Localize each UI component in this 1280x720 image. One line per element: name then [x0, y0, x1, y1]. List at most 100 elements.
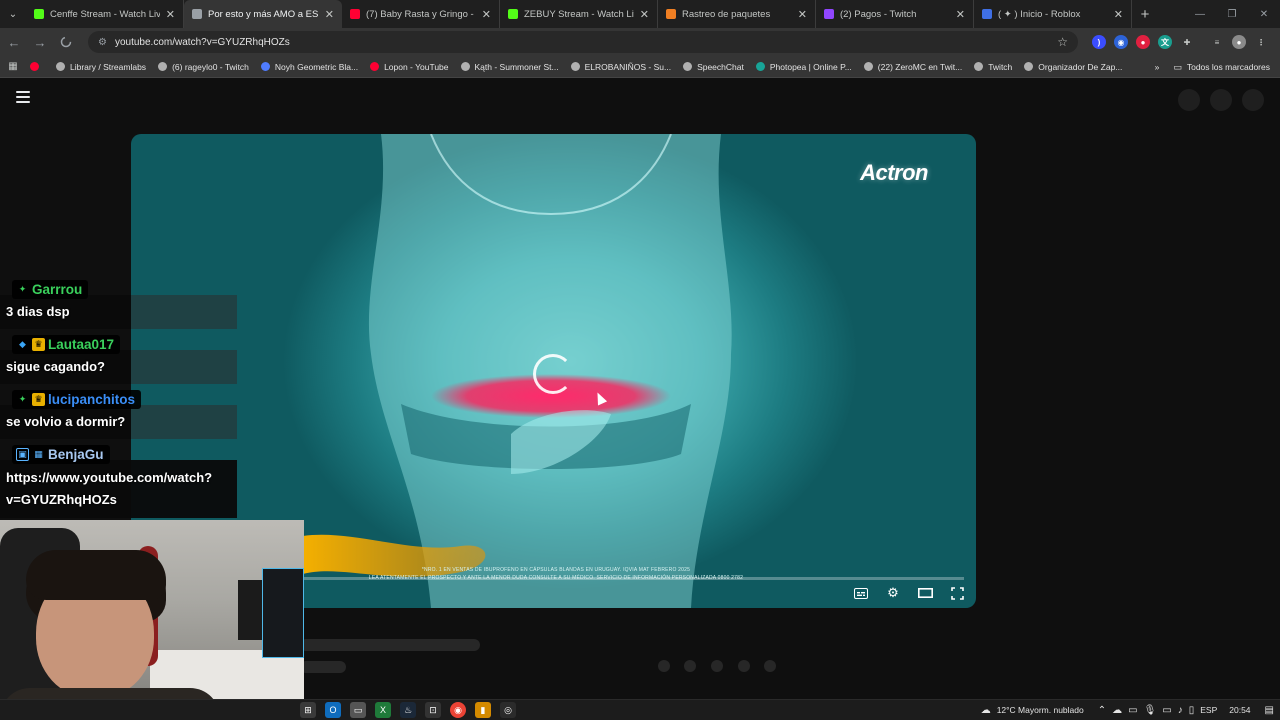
notifications-icon[interactable]: ▤	[1265, 705, 1274, 716]
tab-search-button[interactable]: ⌄	[0, 0, 26, 28]
site-info-icon[interactable]: ⚙	[98, 37, 107, 48]
language-indicator[interactable]: ESP	[1200, 705, 1217, 715]
chat-username-text: Lautaa017	[48, 337, 115, 352]
bookmark-item[interactable]: Twitch	[974, 62, 1012, 72]
bookmark-favicon-icon	[56, 62, 65, 71]
bookmark-label: Organizador De Zap...	[1038, 61, 1123, 72]
tab-close-icon[interactable]: ✕	[325, 8, 334, 21]
new-tab-button[interactable]: +	[1132, 0, 1158, 28]
weather-icon[interactable]: ☁	[981, 705, 991, 716]
stop-loading-button[interactable]	[54, 30, 78, 54]
bookmark-star-icon[interactable]: ☆	[1057, 35, 1068, 49]
media-control-icon[interactable]: ≡	[1210, 35, 1224, 49]
bookmark-item[interactable]: Photopea | Online P...	[755, 62, 852, 72]
battery-icon[interactable]: ▯	[1189, 705, 1195, 716]
cloud-icon[interactable]: ☁	[1112, 705, 1122, 716]
chat-username-text: lucipanchitos	[48, 392, 136, 407]
chat-username: ✦ ♛ lucipanchitos	[12, 390, 142, 409]
fullscreen-icon[interactable]	[948, 584, 966, 602]
volume-icon[interactable]: ♪	[1178, 705, 1183, 716]
tab-title: Por esto y más AMO a ESPAÑA	[208, 8, 319, 20]
bookmark-item[interactable]: (6) rageylo0 - Twitch	[158, 62, 249, 72]
settings-icon[interactable]: ⚙	[884, 584, 902, 602]
network-icon[interactable]: ▭	[1162, 705, 1171, 716]
browser-tab[interactable]: Rastreo de paquetes ✕	[658, 0, 816, 28]
theater-glyph	[917, 588, 933, 598]
close-window-icon[interactable]: ✕	[1248, 0, 1280, 28]
taskbar-app-icon[interactable]: ⊡	[425, 702, 441, 718]
bookmark-item[interactable]: Kąth - Summoner St...	[460, 62, 559, 72]
tab-close-icon[interactable]: ✕	[956, 8, 965, 21]
microphone-icon[interactable]: 🎙	[1144, 705, 1157, 716]
bookmark-item[interactable]: SpeechChat	[683, 62, 744, 72]
tab-favicon-icon	[666, 9, 676, 19]
extension-icon-2[interactable]: ◉	[1114, 35, 1128, 49]
extension-icon-3[interactable]: ●	[1136, 35, 1150, 49]
bookmark-item[interactable]	[30, 62, 44, 71]
bookmark-favicon-icon	[158, 62, 168, 71]
tab-favicon-icon	[824, 9, 834, 19]
bookmark-item[interactable]: (22) ZeroMC en Twit...	[863, 62, 962, 72]
subtitles-icon[interactable]	[852, 584, 870, 602]
tray-app-icon[interactable]: ▭	[1128, 705, 1137, 716]
taskbar-app-icon[interactable]: ▭	[350, 702, 366, 718]
steam-icon[interactable]: ♨	[400, 702, 416, 718]
weather-text[interactable]: 12°C Mayorm. nublado	[997, 705, 1084, 715]
chat-bg	[131, 295, 237, 329]
chevron-up-icon[interactable]: ⌃	[1098, 705, 1106, 716]
maximize-icon[interactable]: ❐	[1216, 0, 1248, 28]
tab-close-icon[interactable]: ✕	[640, 8, 649, 21]
forward-button[interactable]: →	[28, 30, 52, 54]
tab-favicon-icon	[350, 9, 360, 19]
header-actions-skeleton	[1178, 89, 1264, 111]
browser-menu-icon[interactable]: ⋮	[1254, 35, 1268, 49]
excel-icon[interactable]: X	[375, 702, 391, 718]
webcam-person-fringe	[26, 550, 166, 600]
taskbar-app-icon[interactable]: ▮	[475, 702, 491, 718]
bookmark-item[interactable]: Organizador De Zap...	[1024, 62, 1122, 72]
actron-logo: Actron	[860, 160, 928, 185]
tab-close-icon[interactable]: ✕	[482, 8, 491, 21]
extension-icon-1[interactable]: )	[1092, 35, 1106, 49]
subtitles-glyph	[854, 587, 868, 599]
browser-tab[interactable]: ZEBUY Stream - Watch Live ✕	[500, 0, 658, 28]
tab-close-icon[interactable]: ✕	[1114, 8, 1123, 21]
browser-tab[interactable]: Cenffe Stream - Watch Live on ✕	[26, 0, 184, 28]
back-button[interactable]: ←	[2, 30, 26, 54]
chat-badge-icon: ✦	[18, 284, 27, 294]
chat-username: ◆ ♛ Lautaa017	[12, 335, 121, 354]
bookmark-favicon-icon	[1024, 62, 1034, 71]
browser-tab[interactable]: ( ✦ ) Inicio - Roblox ✕	[974, 0, 1132, 28]
tab-favicon-icon	[192, 9, 202, 19]
browser-tab[interactable]: (2) Pagos - Twitch ✕	[816, 0, 974, 28]
extensions-puzzle-icon[interactable]: ✚	[1180, 35, 1194, 49]
system-tray: ☁ 12°C Mayorm. nublado ⌃ ☁ ▭ 🎙 ▭ ♪ ▯ ESP…	[981, 700, 1274, 720]
theater-icon[interactable]	[916, 584, 934, 602]
extension-icon-4[interactable]: 文	[1158, 35, 1172, 49]
address-bar[interactable]: ⚙ youtube.com/watch?v=GYUZRhqHOZs ☆	[88, 31, 1078, 53]
tab-close-icon[interactable]: ✕	[798, 8, 807, 21]
taskbar-app-icon[interactable]: ⊞	[300, 702, 316, 718]
browser-tab[interactable]: (7) Baby Rasta y Gringo - Me N ✕	[342, 0, 500, 28]
bookmark-favicon-icon	[30, 62, 39, 71]
address-url[interactable]: youtube.com/watch?v=GYUZRhqHOZs	[115, 37, 1057, 48]
apps-grid-icon[interactable]: ▦	[0, 61, 26, 72]
bookmark-item[interactable]: Library / Streamlabs	[56, 62, 146, 72]
bookmark-label: (6) rageylo0 - Twitch	[172, 61, 249, 72]
obs-icon[interactable]: ◎	[500, 702, 516, 718]
minimize-icon[interactable]: —	[1184, 0, 1216, 28]
bookmark-item[interactable]: ELROBANIÑOS - Su...	[570, 62, 671, 72]
browser-tab[interactable]: Por esto y más AMO a ESPAÑA ✕	[184, 0, 342, 28]
bookmark-item[interactable]: Lopon - YouTube	[370, 62, 449, 72]
tab-strip: ⌄ Cenffe Stream - Watch Live on✕Por esto…	[0, 0, 1280, 28]
guide-menu-icon[interactable]	[16, 91, 30, 103]
bookmarks-overflow[interactable]: »	[1155, 62, 1160, 72]
profile-avatar[interactable]: ●	[1232, 35, 1246, 49]
clock-time[interactable]: 20:54	[1229, 705, 1250, 715]
all-bookmarks-folder[interactable]: ▭ Todos los marcadores	[1173, 62, 1270, 73]
tab-close-icon[interactable]: ✕	[166, 8, 175, 21]
chat-message: https://www.youtube.com/watch?	[6, 470, 213, 485]
bookmark-item[interactable]: Noyh Geometric Bla...	[260, 62, 358, 72]
outlook-icon[interactable]: O	[325, 702, 341, 718]
chrome-icon[interactable]: ◉	[450, 702, 466, 718]
